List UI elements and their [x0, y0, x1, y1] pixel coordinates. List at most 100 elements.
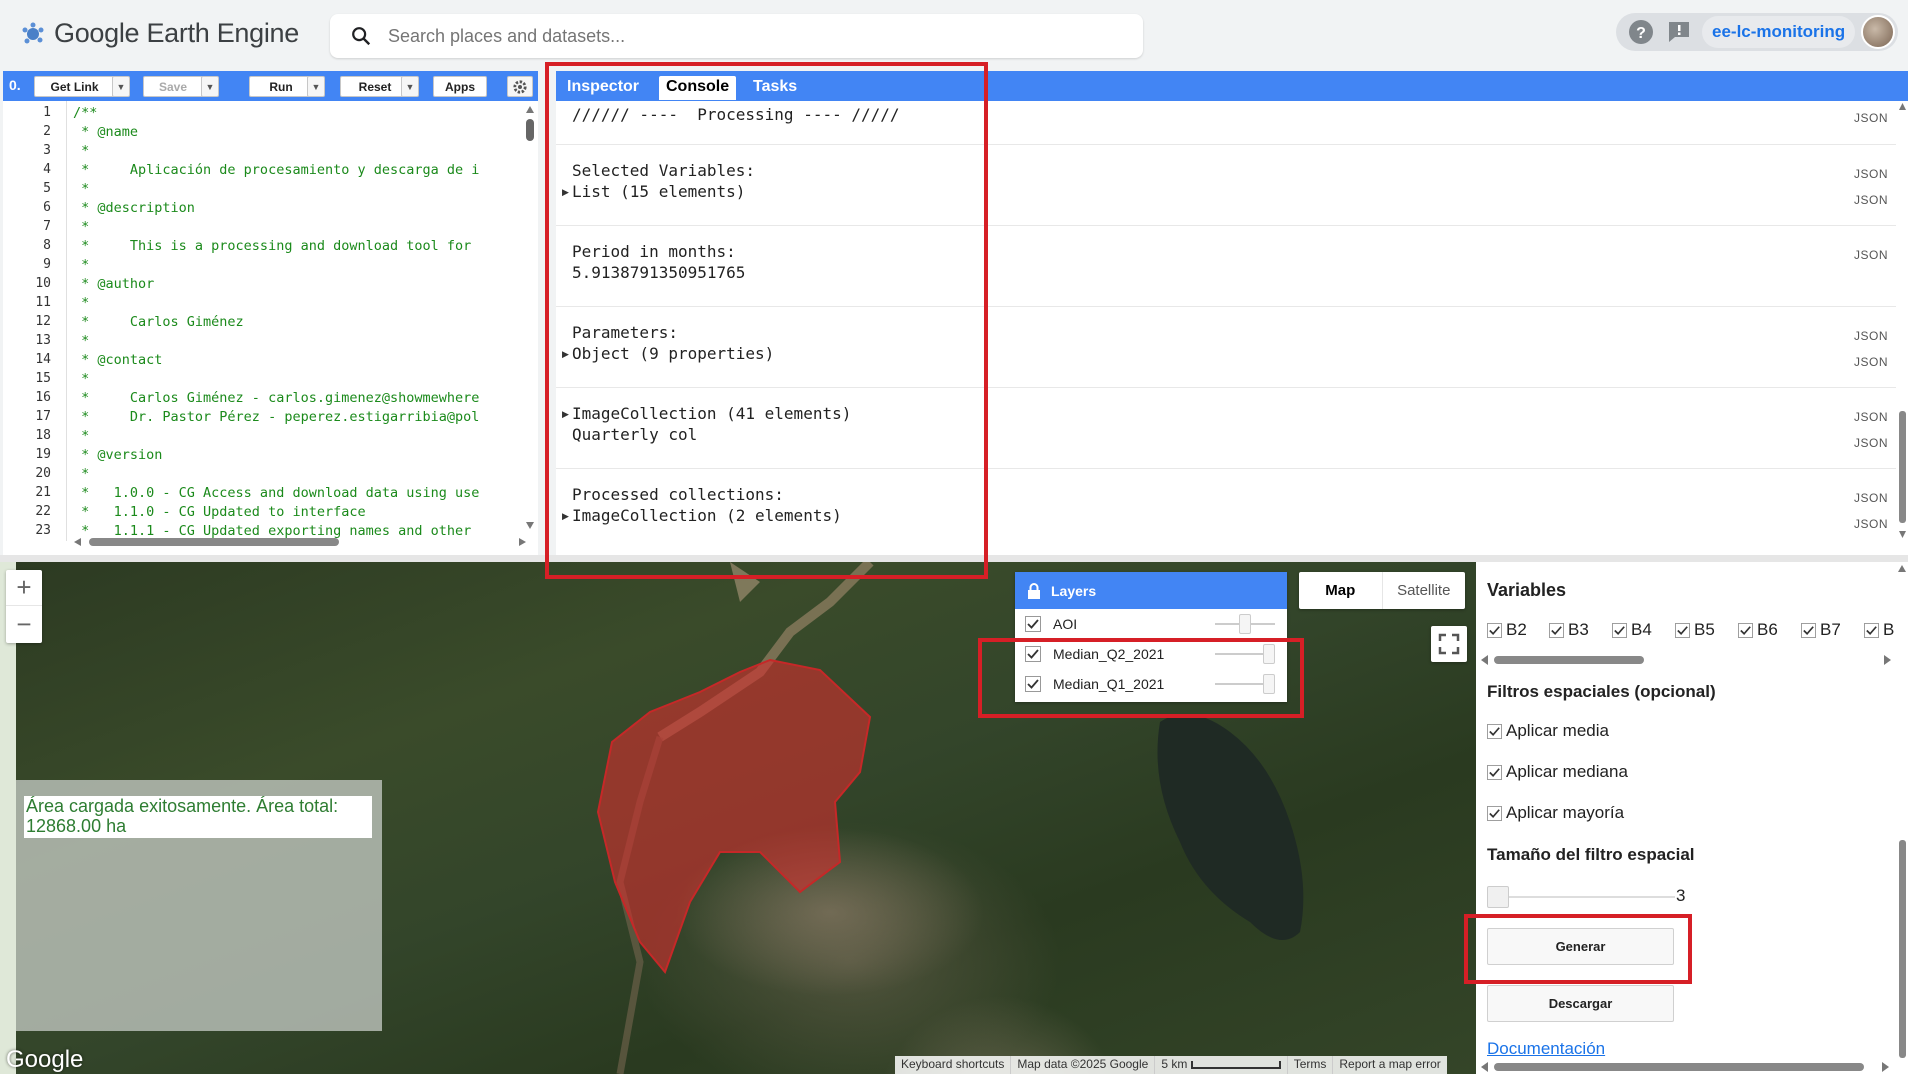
checkbox-checked-icon[interactable] — [1487, 805, 1502, 821]
variable-checkbox-b8[interactable]: B — [1864, 620, 1894, 640]
editor-horizontal-scrollbar[interactable] — [73, 537, 533, 547]
console-vertical-scrollbar[interactable] — [1897, 101, 1908, 541]
code-line[interactable]: * — [73, 333, 89, 349]
code-editor[interactable]: 1 2 3 4 5 6 7 8 9 10 11 12 13 14 15 16 17 18 19 20 21 22 23 /*… — [3, 101, 538, 555]
json-link[interactable]: JSON — [1854, 355, 1888, 369]
code-line[interactable]: * 1.1.0 - CG Updated to interface — [73, 504, 365, 520]
code-line[interactable]: * @version — [73, 447, 162, 463]
layer-row-median-q2-2021[interactable]: Median_Q2_2021 — [1015, 639, 1287, 669]
checkbox-checked-icon[interactable] — [1738, 622, 1753, 638]
help-icon[interactable]: ? — [1628, 19, 1654, 45]
variable-checkbox-b6[interactable]: B6 — [1738, 620, 1778, 640]
code-line[interactable]: * — [73, 143, 89, 159]
console-expandable[interactable]: List (15 elements) — [572, 182, 745, 201]
map-type-satellite-button[interactable]: Satellite — [1381, 572, 1466, 609]
map-view[interactable]: + − Área cargada exitosamente. Área tota… — [0, 562, 1476, 1074]
code-line[interactable]: * @author — [73, 276, 154, 292]
tab-inspector[interactable]: Inspector — [560, 76, 646, 100]
json-link[interactable]: JSON — [1854, 491, 1888, 505]
variables-horizontal-scrollbar[interactable] — [1480, 654, 1900, 666]
checkbox-checked-icon[interactable] — [1549, 622, 1564, 638]
console-output[interactable]: ////// ---- Processing ---- ///// JSON S… — [556, 101, 1908, 555]
json-link[interactable]: JSON — [1854, 248, 1888, 262]
checkbox-checked-icon[interactable] — [1612, 622, 1627, 638]
code-line[interactable]: * — [73, 295, 89, 311]
json-link[interactable]: JSON — [1854, 329, 1888, 343]
code-line[interactable]: /** — [73, 105, 97, 121]
run-dropdown-icon[interactable]: ▼ — [307, 76, 325, 97]
project-selector[interactable]: ee-lc-monitoring — [1702, 16, 1856, 48]
code-line[interactable]: * @description — [73, 200, 195, 216]
slider-handle[interactable] — [1487, 886, 1509, 908]
save-dropdown-icon[interactable]: ▼ — [201, 76, 219, 97]
checkbox-checked-icon[interactable] — [1675, 622, 1690, 638]
expand-triangle-icon[interactable]: ▶ — [562, 349, 569, 360]
code-line[interactable]: * — [73, 257, 89, 273]
apps-button[interactable]: Apps — [433, 76, 487, 97]
checkbox-checked-icon[interactable] — [1025, 676, 1041, 692]
code-line[interactable]: * Carlos Giménez - carlos.gimenez@showme… — [73, 390, 479, 406]
layers-header[interactable]: Layers — [1015, 572, 1287, 609]
console-expandable[interactable]: ImageCollection (41 elements) — [572, 404, 851, 423]
layer-row-aoi[interactable]: AOI — [1015, 609, 1287, 639]
code-line[interactable]: * 1.0.0 - CG Access and download data us… — [73, 485, 479, 501]
code-line[interactable]: * @name — [73, 124, 138, 140]
run-button[interactable]: Run — [249, 76, 313, 97]
variable-checkbox-b5[interactable]: B5 — [1675, 620, 1715, 640]
get-link-dropdown-icon[interactable]: ▼ — [112, 76, 130, 97]
settings-gear-icon[interactable] — [507, 76, 533, 97]
code-line[interactable]: * Carlos Giménez — [73, 314, 244, 330]
json-link[interactable]: JSON — [1854, 436, 1888, 450]
json-link[interactable]: JSON — [1854, 410, 1888, 424]
fullscreen-icon[interactable] — [1431, 626, 1467, 662]
save-button[interactable]: Save — [143, 76, 203, 97]
terms-link[interactable]: Terms — [1286, 1056, 1333, 1074]
variable-checkbox-b2[interactable]: B2 — [1487, 620, 1527, 640]
checkbox-checked-icon[interactable] — [1487, 723, 1502, 739]
report-map-error-link[interactable]: Report a map error — [1332, 1056, 1446, 1074]
get-link-button[interactable]: Get Link — [34, 76, 115, 97]
reset-button[interactable]: Reset — [340, 76, 410, 97]
code-line[interactable]: * @contact — [73, 352, 162, 368]
documentation-link[interactable]: Documentación — [1487, 1039, 1605, 1059]
checkbox-checked-icon[interactable] — [1025, 646, 1041, 662]
expand-triangle-icon[interactable]: ▶ — [562, 409, 569, 420]
reset-dropdown-icon[interactable]: ▼ — [401, 76, 419, 97]
tab-console[interactable]: Console — [659, 76, 737, 100]
checkbox-checked-icon[interactable] — [1025, 616, 1041, 632]
console-expandable[interactable]: ImageCollection (2 elements) — [572, 506, 842, 525]
sidebar-vertical-scrollbar[interactable] — [1896, 562, 1908, 1074]
checkbox-checked-icon[interactable] — [1487, 622, 1502, 638]
opacity-slider[interactable] — [1215, 614, 1275, 634]
layer-row-median-q1-2021[interactable]: Median_Q1_2021 — [1015, 669, 1287, 699]
editor-vertical-scrollbar[interactable] — [525, 105, 535, 530]
code-line[interactable]: * This is a processing and download tool… — [73, 238, 471, 254]
code-line[interactable]: * Dr. Pastor Pérez - peperez.estigarribi… — [73, 409, 479, 425]
search-box[interactable] — [330, 14, 1143, 58]
code-line[interactable]: * — [73, 428, 89, 444]
panel-splitter[interactable] — [0, 555, 1908, 562]
opacity-slider[interactable] — [1215, 674, 1275, 694]
download-button[interactable]: Descargar — [1487, 985, 1674, 1022]
filter-checkbox-media[interactable]: Aplicar media — [1487, 721, 1609, 741]
variable-checkbox-b4[interactable]: B4 — [1612, 620, 1652, 640]
checkbox-checked-icon[interactable] — [1801, 622, 1816, 638]
code-line[interactable]: * — [73, 219, 89, 235]
checkbox-checked-icon[interactable] — [1487, 764, 1502, 780]
filter-checkbox-mayoria[interactable]: Aplicar mayoría — [1487, 803, 1624, 823]
code-line[interactable]: * Aplicación de procesamiento y descarga… — [73, 162, 479, 178]
generate-button[interactable]: Generar — [1487, 928, 1674, 965]
zoom-in-button[interactable]: + — [6, 570, 42, 606]
variable-checkbox-b7[interactable]: B7 — [1801, 620, 1841, 640]
variable-checkbox-b3[interactable]: B3 — [1549, 620, 1589, 640]
opacity-slider[interactable] — [1215, 644, 1275, 664]
console-expandable[interactable]: Object (9 properties) — [572, 344, 774, 363]
map-type-map-button[interactable]: Map — [1299, 572, 1382, 609]
tab-tasks[interactable]: Tasks — [746, 76, 804, 100]
expand-triangle-icon[interactable]: ▶ — [562, 187, 569, 198]
json-link[interactable]: JSON — [1854, 167, 1888, 181]
checkbox-checked-icon[interactable] — [1864, 622, 1879, 638]
json-link[interactable]: JSON — [1854, 517, 1888, 531]
app-logo[interactable]: Google Earth Engine — [20, 18, 299, 49]
search-input[interactable] — [388, 25, 1088, 47]
